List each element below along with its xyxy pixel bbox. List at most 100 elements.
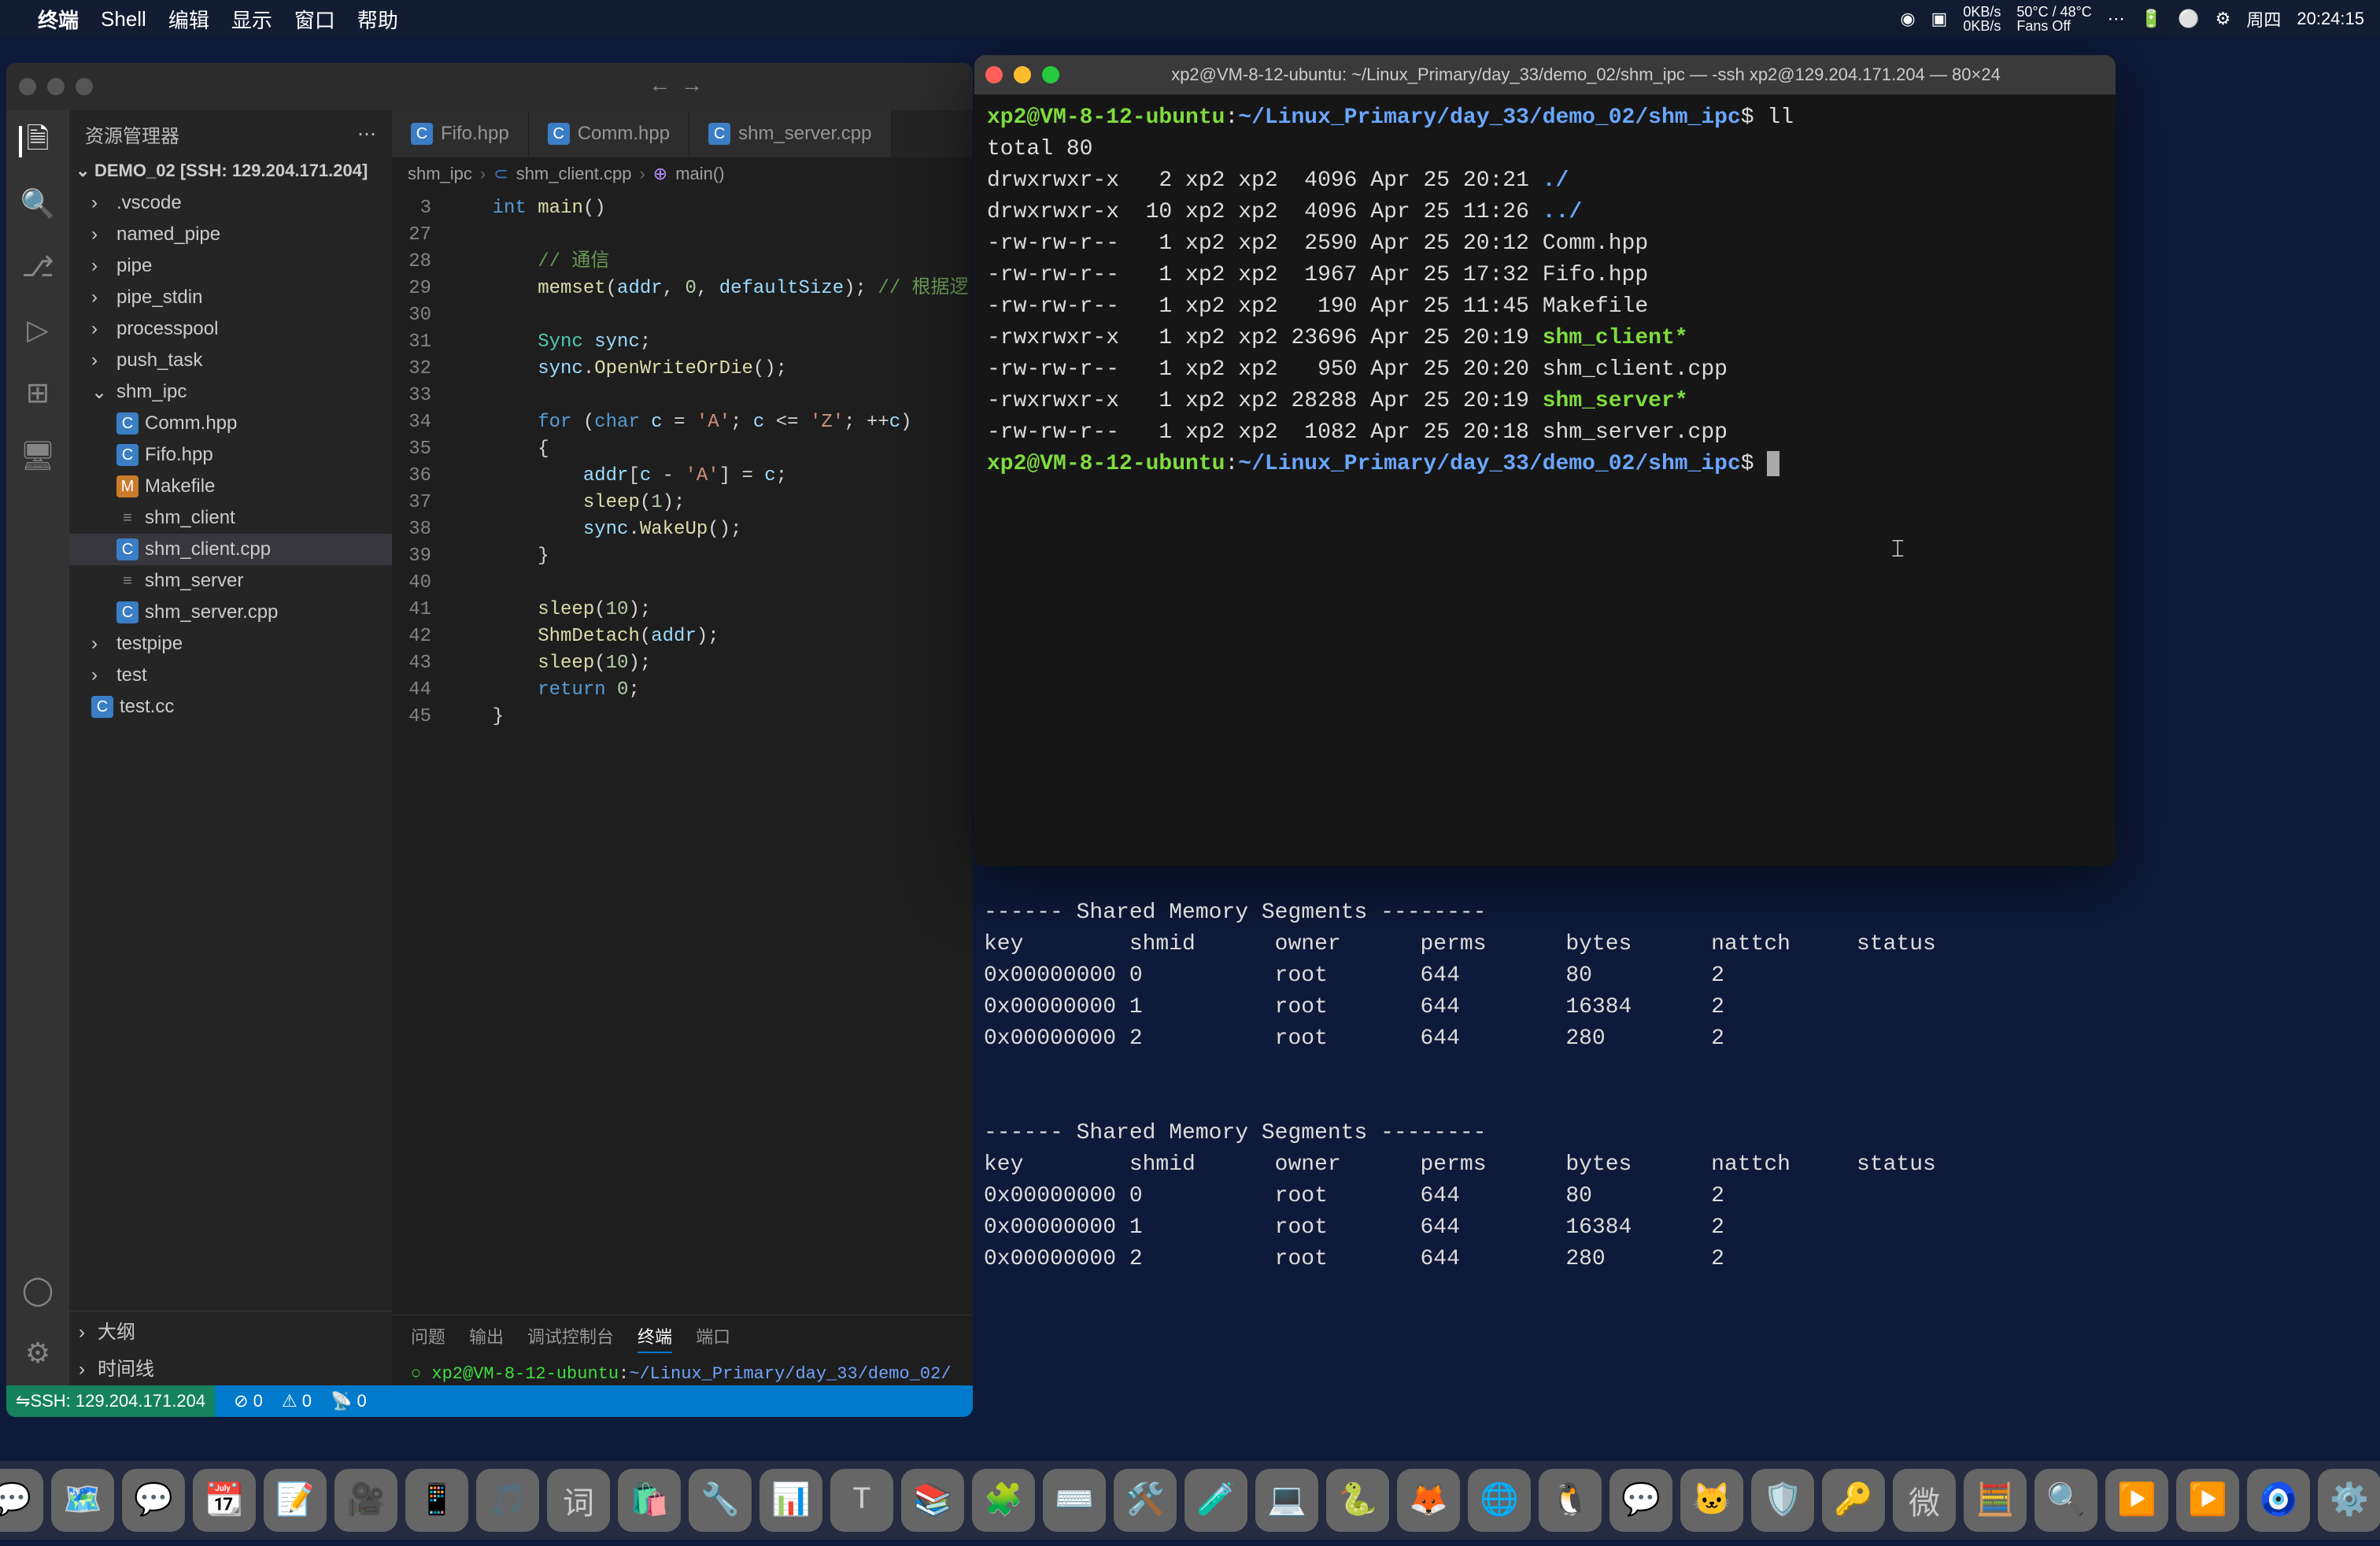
panel-tab-端口[interactable]: 端口: [696, 1323, 730, 1353]
close-button[interactable]: [985, 66, 1003, 83]
timeline-section[interactable]: ›时间线: [69, 1348, 392, 1385]
panel-tab-输出[interactable]: 输出: [469, 1323, 504, 1353]
file-shm_client.cpp[interactable]: Cshm_client.cpp: [69, 534, 392, 565]
dock-app-33[interactable]: ▶️: [2105, 1469, 2168, 1532]
file-Fifo.hpp[interactable]: CFifo.hpp: [69, 439, 392, 471]
dock-app-20[interactable]: 🧪: [1184, 1469, 1247, 1532]
dock-app-30[interactable]: 微: [1893, 1469, 1956, 1532]
dock-app-24[interactable]: 🌐: [1468, 1469, 1531, 1532]
file-test.cc[interactable]: Ctest.cc: [69, 691, 392, 723]
dock-app-15[interactable]: T: [830, 1469, 893, 1532]
panel-tab-终端[interactable]: 终端: [638, 1323, 672, 1353]
sidebar-more-icon[interactable]: ⋯: [357, 123, 376, 146]
folder-shm_ipc[interactable]: ⌄shm_ipc: [69, 376, 392, 408]
breadcrumb-0[interactable]: shm_ipc: [408, 164, 472, 184]
dock-app-28[interactable]: 🛡️: [1751, 1469, 1814, 1532]
dock-app-11[interactable]: 词: [547, 1469, 610, 1532]
breadcrumb-1[interactable]: shm_client.cpp: [516, 164, 632, 184]
file-shm_server[interactable]: ≡shm_server: [69, 565, 392, 597]
tray-icon[interactable]: ▣: [1931, 9, 1948, 29]
menu-help[interactable]: 帮助: [357, 5, 398, 34]
extensions-icon[interactable]: ⊞: [22, 378, 54, 409]
menubar-time[interactable]: 20:24:15: [2297, 9, 2364, 29]
dock-app-8[interactable]: 🎥: [334, 1469, 397, 1532]
dock-app-14[interactable]: 📊: [759, 1469, 822, 1532]
code-content[interactable]: int main() // 通信 memset(addr, 0, default…: [447, 190, 973, 1315]
integrated-terminal[interactable]: ○ xp2@VM-8-12-ubuntu:~/Linux_Primary/day…: [392, 1361, 973, 1387]
menu-window[interactable]: 窗口: [294, 5, 335, 34]
maximize-button[interactable]: [1042, 66, 1059, 83]
project-header[interactable]: ⌄ DEMO_02 [SSH: 129.204.171.204]: [69, 157, 392, 184]
settings-gear-icon[interactable]: ⚙: [22, 1338, 54, 1370]
close-button[interactable]: [19, 78, 36, 95]
dock-app-36[interactable]: ⚙️: [2318, 1469, 2380, 1532]
source-control-icon[interactable]: ⎇: [22, 252, 54, 283]
file-shm_client[interactable]: ≡shm_client: [69, 502, 392, 534]
dock-app-26[interactable]: 💬: [1609, 1469, 1672, 1532]
file-Makefile[interactable]: MMakefile: [69, 471, 392, 502]
status-warnings[interactable]: ⚠ 0: [282, 1391, 312, 1411]
tab-Fifo.hpp[interactable]: CFifo.hpp: [392, 110, 529, 157]
account-icon[interactable]: ◯: [22, 1275, 54, 1307]
tab-shm_server.cpp[interactable]: Cshm_server.cpp: [689, 110, 891, 157]
dock-app-4[interactable]: 🗺️: [51, 1469, 114, 1532]
status-errors[interactable]: ⊘ 0: [234, 1391, 263, 1411]
dock-app-31[interactable]: 🧮: [1964, 1469, 2027, 1532]
menubar-day[interactable]: 周四: [2246, 6, 2281, 31]
dock-app-13[interactable]: 🔧: [689, 1469, 752, 1532]
temperature[interactable]: 50°C / 48°C Fans Off: [2016, 5, 2091, 33]
nav-back-icon[interactable]: ←: [653, 75, 667, 99]
menu-edit[interactable]: 编辑: [168, 5, 209, 34]
code-editor[interactable]: 3 27 28 29 30 31 32 33 34 35 36 37 38 39…: [392, 190, 973, 1315]
folder-pipe[interactable]: ›pipe: [69, 250, 392, 282]
folder-processpool[interactable]: ›processpool: [69, 313, 392, 345]
status-ports[interactable]: 📡 0: [331, 1391, 367, 1411]
remote-explorer-icon[interactable]: 🖥: [22, 441, 54, 472]
folder-test[interactable]: ›test: [69, 660, 392, 691]
dock-app-21[interactable]: 💻: [1255, 1469, 1318, 1532]
dock-app-17[interactable]: 🧩: [972, 1469, 1035, 1532]
minimize-button[interactable]: [1014, 66, 1031, 83]
dock-app-7[interactable]: 📝: [264, 1469, 327, 1532]
tab-Comm.hpp[interactable]: CComm.hpp: [529, 110, 689, 157]
network-speed[interactable]: 0KB/s 0KB/s: [1963, 5, 2001, 33]
record-icon[interactable]: ◉: [1900, 9, 1915, 29]
folder-push_task[interactable]: ›push_task: [69, 345, 392, 376]
menu-app[interactable]: 终端: [38, 5, 79, 34]
dock-app-19[interactable]: 🛠️: [1114, 1469, 1177, 1532]
dock-app-6[interactable]: 📆: [193, 1469, 256, 1532]
file-Comm.hpp[interactable]: CComm.hpp: [69, 408, 392, 439]
dock-app-10[interactable]: 🎵: [476, 1469, 539, 1532]
folder-named_pipe[interactable]: ›named_pipe: [69, 219, 392, 250]
folder-testpipe[interactable]: ›testpipe: [69, 628, 392, 660]
dock-app-12[interactable]: 🛍️: [618, 1469, 681, 1532]
minimize-button[interactable]: [47, 78, 65, 95]
dock-app-25[interactable]: 🐧: [1539, 1469, 1602, 1532]
dock-app-34[interactable]: ▶️: [2176, 1469, 2239, 1532]
dock-app-9[interactable]: 📱: [405, 1469, 468, 1532]
menu-extras-icon[interactable]: ⋯: [2108, 9, 2125, 29]
menu-view[interactable]: 显示: [231, 5, 272, 34]
dock-app-23[interactable]: 🦊: [1397, 1469, 1460, 1532]
dock-app-18[interactable]: ⌨️: [1043, 1469, 1106, 1532]
dock-app-32[interactable]: 🔍: [2034, 1469, 2097, 1532]
breadcrumb-2[interactable]: main(): [675, 164, 724, 184]
battery-icon[interactable]: 🔋: [2141, 9, 2162, 29]
dock-app-16[interactable]: 📚: [901, 1469, 964, 1532]
outline-section[interactable]: ›大纲: [69, 1311, 392, 1348]
dock-app-29[interactable]: 🔑: [1822, 1469, 1885, 1532]
wifi-icon[interactable]: ⚪: [2178, 9, 2199, 29]
menu-shell[interactable]: Shell: [101, 7, 146, 31]
explorer-icon[interactable]: 🗎: [19, 126, 54, 157]
panel-tab-调试控制台[interactable]: 调试控制台: [527, 1323, 614, 1353]
run-debug-icon[interactable]: ▷: [22, 315, 54, 346]
maximize-button[interactable]: [76, 78, 93, 95]
folder-.vscode[interactable]: ›.vscode: [69, 187, 392, 219]
dock-app-3[interactable]: 💬: [0, 1469, 43, 1532]
control-center-icon[interactable]: ⚙: [2216, 9, 2231, 29]
nav-forward-icon[interactable]: →: [686, 75, 699, 99]
dock-app-35[interactable]: 🧿: [2247, 1469, 2310, 1532]
dock-app-5[interactable]: 💬: [122, 1469, 185, 1532]
dock-app-22[interactable]: 🐍: [1326, 1469, 1389, 1532]
breadcrumb[interactable]: shm_ipc › ⊂ shm_client.cpp › ⊕ main(): [392, 157, 973, 190]
